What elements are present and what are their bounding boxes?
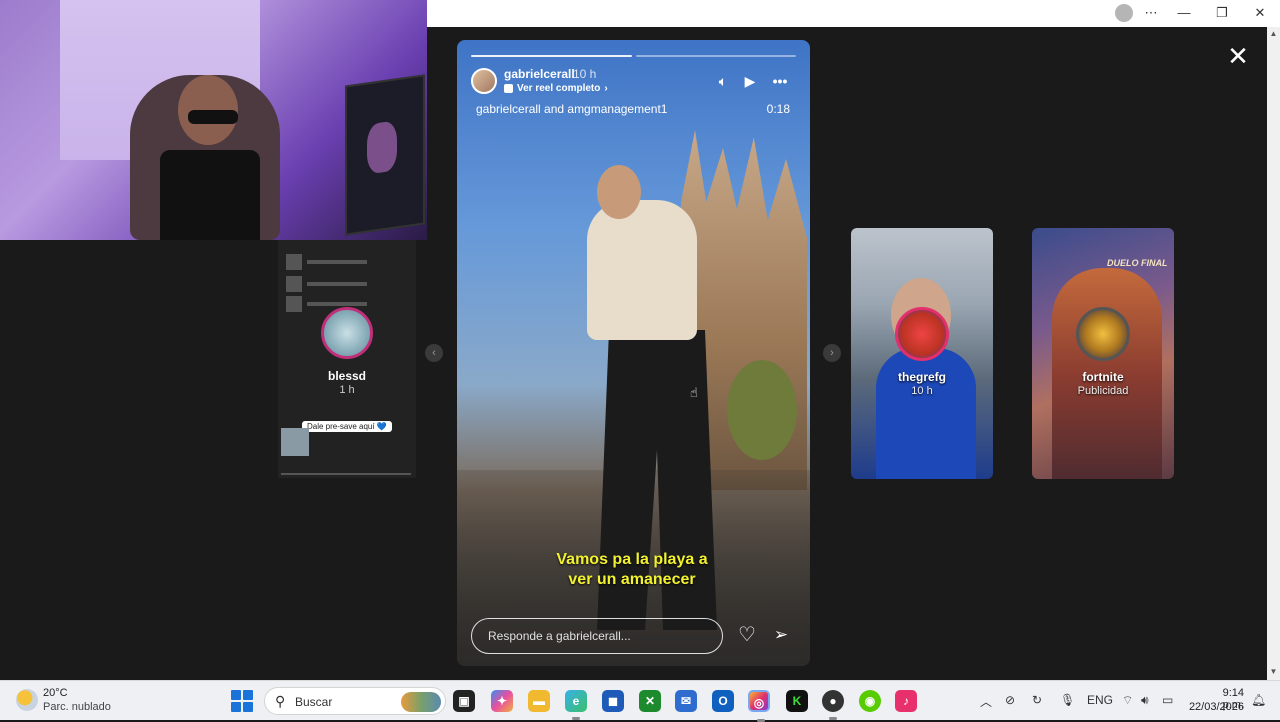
next-story-card-fortnite[interactable]: DUELO FINAL fortnite Publicidad [1032, 228, 1174, 479]
fortnite-avatar[interactable] [1076, 307, 1130, 361]
side-story-name: thegrefg [898, 370, 946, 384]
previous-story-card[interactable]: blessd 1 h Dale pre-save aquí 💙 [278, 240, 416, 478]
caption-line-2: ver un amanecer [568, 571, 696, 588]
weather-temp[interactable]: 20°C [43, 687, 68, 699]
search-icon: ⚲ [275, 693, 286, 709]
scroll-up-icon[interactable]: ▲ [1267, 29, 1280, 41]
chevron-up-icon[interactable]: ︿ [980, 693, 992, 710]
speaker-icon[interactable]: 🔊︎ [1141, 693, 1149, 708]
story-man-head [597, 165, 641, 219]
edge-icon[interactable]: e [565, 690, 587, 720]
notification-icon[interactable]: 🔔︎ [1251, 693, 1266, 707]
story-caption: Vamos pa la playa a ver un amanecer [527, 550, 737, 590]
webcam-sunglasses [188, 110, 238, 124]
story-time: 10 h [573, 67, 597, 81]
progress-segment [635, 55, 796, 57]
collab-label: gabrielcerall and amgmanagement1 [476, 102, 668, 116]
fortnite-title-logo: DUELO FINAL [1107, 258, 1168, 268]
thegrefg-jacket [876, 348, 976, 479]
progress-segment [471, 55, 632, 57]
prev-list-item [286, 276, 406, 292]
prev-story-time: 1 h [339, 384, 355, 396]
prev-list-item [286, 254, 406, 270]
clock-date[interactable]: 22/03/2026 [1186, 701, 1244, 713]
side-story-name: fortnite [1082, 370, 1124, 384]
instagram-icon[interactable]: ◎ [748, 690, 770, 722]
obs-icon[interactable]: ● [822, 690, 844, 720]
webcam-tank-top [160, 150, 260, 240]
side-story-sponsored: Publicidad [1077, 385, 1129, 397]
side-story-time: 10 h [911, 385, 933, 397]
page-scrollbar[interactable]: ▲ ▼ [1267, 27, 1280, 680]
language-indicator[interactable]: ENG [1087, 693, 1113, 707]
thegrefg-avatar[interactable] [895, 307, 949, 361]
browser-titlebar: ⋯ — ❐ ✕ [427, 0, 1280, 27]
reply-input[interactable] [471, 618, 723, 654]
previous-story-arrow-icon[interactable]: ‹ [425, 344, 443, 362]
story-author-avatar[interactable] [471, 68, 497, 94]
weather-desc[interactable]: Parc. nublado [43, 701, 111, 713]
next-story-arrow-icon[interactable]: › [823, 344, 841, 362]
start-button-icon[interactable] [231, 690, 253, 712]
play-icon[interactable]: ▶ [740, 73, 760, 90]
heart-icon[interactable]: ♡ [736, 624, 758, 646]
more-options-icon[interactable]: ⋯ [1140, 4, 1162, 22]
mouse-cursor-icon: ☝︎ [690, 385, 698, 400]
search-highlight-image [401, 692, 441, 712]
webcam-overlay [0, 0, 427, 240]
security-icon[interactable]: ⊘ [1005, 693, 1015, 707]
mail-icon[interactable]: ✉ [675, 690, 697, 712]
main-story[interactable]: gabrielcerall 10 h Ver reel completo › 🔈… [457, 40, 810, 666]
presave-pill[interactable]: Dale pre-save aquí 💙 [302, 421, 392, 432]
send-icon[interactable]: ➢ [770, 624, 792, 646]
story-tree [727, 360, 797, 460]
profile-avatar-icon[interactable] [1115, 4, 1133, 22]
next-story-card-thegrefg[interactable]: thegrefg 10 h [851, 228, 993, 479]
restore-icon[interactable]: ❐ [1211, 4, 1233, 22]
battery-icon[interactable]: ▭ [1162, 693, 1173, 707]
window-close-icon[interactable]: ✕ [1249, 4, 1271, 22]
blessd-avatar[interactable] [321, 307, 373, 359]
outlook-icon[interactable]: O [712, 690, 734, 712]
volume-icon[interactable]: 🔈︎ [713, 73, 733, 90]
prev-progress-bar [281, 473, 411, 475]
store-icon[interactable]: ◼ [602, 690, 624, 712]
prev-story-name: blessd [327, 369, 366, 383]
scroll-down-icon[interactable]: ▼ [1267, 667, 1280, 679]
story-progress [471, 55, 796, 57]
view-full-reel-link[interactable]: Ver reel completo › [504, 83, 608, 94]
wifi-icon[interactable]: ⌔ [1122, 693, 1133, 708]
webcam-monitor [345, 74, 425, 236]
chevron-right-icon: › [604, 83, 608, 94]
microphone-icon[interactable]: 🎙︎ [1060, 693, 1075, 707]
weather-icon[interactable] [16, 689, 38, 711]
duolingo-icon[interactable]: ◉ [859, 690, 881, 712]
reel-link-label: Ver reel completo [517, 83, 601, 94]
reel-icon [504, 84, 513, 93]
story-duration: 0:18 [766, 102, 790, 116]
caption-line-1: Vamos pa la playa a [556, 551, 708, 568]
kick-icon[interactable]: K [786, 690, 808, 712]
tiktok-icon[interactable]: ♪ [895, 690, 917, 712]
minimize-icon[interactable]: — [1173, 4, 1195, 22]
copilot-icon[interactable]: ✦ [491, 690, 513, 712]
taskbar-search[interactable]: ⚲ Buscar [264, 687, 446, 715]
story-man-hoodie [587, 200, 697, 340]
windows-taskbar: 20°C Parc. nublado ⚲ Buscar ▣ ✦ ▬ e ◼ ✕ … [0, 680, 1280, 722]
task-view-icon[interactable]: ▣ [453, 690, 475, 712]
search-label: Buscar [295, 695, 333, 709]
xbox-icon[interactable]: ✕ [639, 690, 661, 712]
sync-icon[interactable]: ↻ [1032, 693, 1042, 707]
file-explorer-icon[interactable]: ▬ [528, 690, 550, 712]
story-username[interactable]: gabrielcerall [504, 67, 575, 81]
more-icon[interactable]: ••• [770, 73, 790, 89]
release-thumbnail [281, 428, 309, 456]
close-icon[interactable]: ✕ [1226, 43, 1250, 69]
